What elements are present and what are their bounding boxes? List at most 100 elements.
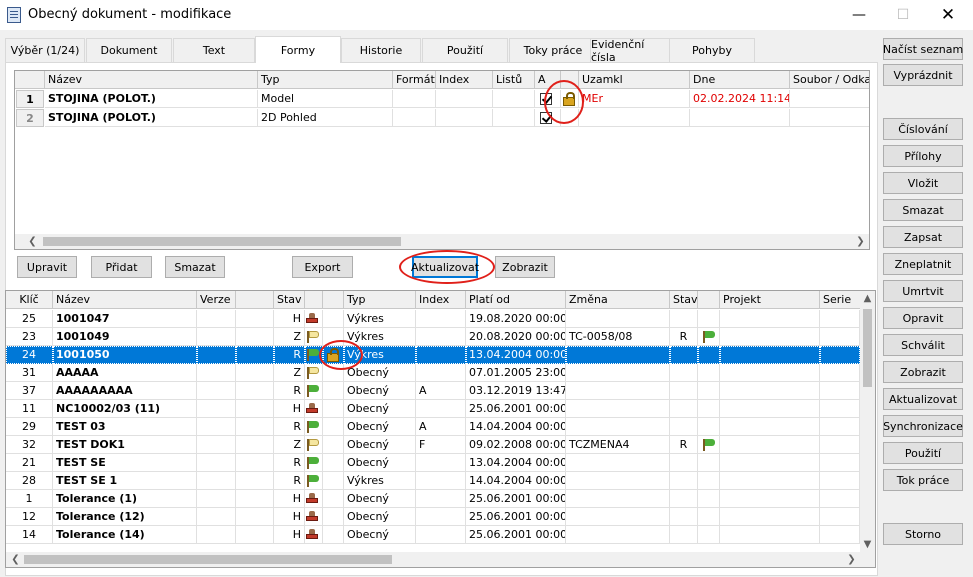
tab-6[interactable]: Toky práce: [509, 38, 597, 62]
smazat-form-button[interactable]: Smazat: [165, 256, 225, 278]
forms-col-header-9[interactable]: Soubor / Odkaz: [790, 71, 869, 89]
aktualizovat-button[interactable]: Aktualizovat: [883, 388, 963, 410]
export-button[interactable]: Export: [292, 256, 353, 278]
close-button[interactable]: ✕: [925, 0, 971, 30]
docs-col-header-5[interactable]: [305, 291, 323, 309]
forms-col-header-1[interactable]: Typ: [258, 71, 393, 89]
doc-state-icon-cell: [305, 490, 323, 508]
checkbox-checked-icon[interactable]: [540, 112, 552, 124]
synchronizace-button[interactable]: Synchronizace: [883, 415, 963, 437]
flag-cloth: [309, 457, 319, 464]
docs-col-header-1[interactable]: Název: [53, 291, 197, 309]
tab-5[interactable]: Použití: [422, 38, 508, 62]
tab-7[interactable]: Evidenční čísla: [590, 38, 670, 64]
doc-series: [820, 400, 860, 418]
forms-col-header-5[interactable]: A: [535, 71, 561, 89]
table-row[interactable]: 11NC10002/03 (11) H Obecný 25.06.2001 00:00…: [6, 400, 860, 418]
zapsat-button[interactable]: Zapsat: [883, 226, 963, 248]
table-row[interactable]: 241001050 R Výkres 13.04.2004 00:00:00: [6, 346, 860, 364]
maximize-button[interactable]: ☐: [880, 0, 926, 30]
schvalit-button[interactable]: Schválit: [883, 334, 963, 356]
smazat-button[interactable]: Smazat: [883, 199, 963, 221]
docs-col-header-10[interactable]: Změna: [566, 291, 670, 309]
vyprazdnit-button[interactable]: Vyprázdnit: [883, 64, 963, 86]
docs-col-header-4[interactable]: Stav: [274, 291, 305, 309]
forms-col-header-6[interactable]: [561, 71, 579, 89]
tab-1[interactable]: Dokument: [86, 38, 172, 62]
opravit-button[interactable]: Opravit: [883, 307, 963, 329]
doc-project: [720, 490, 820, 508]
table-row[interactable]: 21TEST SE R Obecný 13.04.2004 00:00:00: [6, 454, 860, 472]
scroll-right-icon[interactable]: ❯: [853, 234, 868, 249]
docs-col-header-8[interactable]: Index: [416, 291, 466, 309]
umrtvit-button[interactable]: Umrtvit: [883, 280, 963, 302]
table-row[interactable]: 1Tolerance (1) H Obecný 25.06.2001 00:00:00: [6, 490, 860, 508]
scroll-down-icon[interactable]: ▼: [860, 537, 875, 552]
tab-0[interactable]: Výběr (1/24): [5, 38, 85, 62]
forms-col-header-7[interactable]: Uzamkl: [579, 71, 690, 89]
documents-grid[interactable]: Klíč Název Verze Stav Typ Index Platí od Změna S…: [5, 290, 876, 568]
docs-col-header-0[interactable]: Klíč: [6, 291, 53, 309]
forms-row[interactable]: 2 STOJINA (POLOT.) 2D Pohled: [15, 109, 869, 127]
docs-col-header-7[interactable]: Typ: [344, 291, 416, 309]
upravit-button[interactable]: Upravit: [17, 256, 77, 278]
doc-index: [416, 346, 466, 364]
doc-name: AAAAA: [53, 364, 197, 382]
nacist-seznam-button[interactable]: Načíst seznam: [883, 38, 963, 60]
tab-2[interactable]: Text: [173, 38, 255, 62]
docs-col-header-6[interactable]: [323, 291, 344, 309]
scroll-left-icon[interactable]: ❮: [25, 234, 40, 249]
tab-8[interactable]: Pohyby: [669, 38, 755, 62]
scroll-left-icon[interactable]: ❮: [8, 552, 23, 567]
table-row[interactable]: 32TEST DOK1 Z ObecnýF09.02.2008 00:00:00TC…: [6, 436, 860, 454]
table-row[interactable]: 251001047 H Výkres 19.08.2020 00:00:00: [6, 310, 860, 328]
vlozit-button[interactable]: Vložit: [883, 172, 963, 194]
prilohy-button[interactable]: Přílohy: [883, 145, 963, 167]
tab-3[interactable]: Formy: [255, 36, 341, 63]
tab-4[interactable]: Historie: [341, 38, 421, 62]
minimize-button[interactable]: —: [836, 0, 882, 30]
tok-prace-button[interactable]: Tok práce: [883, 469, 963, 491]
table-row[interactable]: 12Tolerance (12) H Obecný 25.06.2001 00:00:…: [6, 508, 860, 526]
table-row[interactable]: 28TEST SE 1 R Výkres 14.04.2004 00:00:00: [6, 472, 860, 490]
forms-col-header-2[interactable]: Formát: [393, 71, 436, 89]
scroll-thumb[interactable]: [43, 237, 401, 246]
scroll-right-icon[interactable]: ❯: [844, 552, 859, 567]
cislovani-button[interactable]: Číslování: [883, 118, 963, 140]
docs-col-header-13[interactable]: Projekt: [720, 291, 820, 309]
forms-row[interactable]: 1 STOJINA (POLOT.) Model MEr 02.02.2024 11:1…: [15, 90, 869, 108]
docs-col-header-3[interactable]: [236, 291, 274, 309]
doc-valid-from: 20.08.2020 00:00:00: [466, 328, 566, 346]
docs-col-header-9[interactable]: Platí od: [466, 291, 566, 309]
documents-horizontal-scrollbar[interactable]: ❮ ❯: [6, 552, 875, 567]
zobrazit-form-button[interactable]: Zobrazit: [495, 256, 555, 278]
table-row[interactable]: 31AAAAA Z Obecný 07.01.2005 23:00:00: [6, 364, 860, 382]
forms-col-header-0[interactable]: Název: [45, 71, 258, 89]
forms-grid[interactable]: Název Typ Formát Index Listů A Uzamkl Dne Soubor…: [14, 70, 870, 250]
forms-horizontal-scrollbar[interactable]: ❮ ❯: [15, 234, 869, 249]
docs-col-header-2[interactable]: Verze: [197, 291, 236, 309]
table-row[interactable]: 231001049 Z Výkres 20.08.2020 00:00:00TC-00…: [6, 328, 860, 346]
storno-button[interactable]: Storno: [883, 523, 963, 545]
zneplatnit-button[interactable]: Zneplatnit: [883, 253, 963, 275]
documents-vertical-scrollbar[interactable]: ▲ ▼: [860, 291, 875, 552]
aktualizovat-form-button[interactable]: Aktualizovat: [411, 256, 479, 278]
table-row[interactable]: 14Tolerance (14) H Obecný 25.06.2001 00:00:…: [6, 526, 860, 544]
forms-col-header-4[interactable]: Listů: [493, 71, 535, 89]
pridat-button[interactable]: Přidat: [91, 256, 152, 278]
scroll-thumb[interactable]: [24, 555, 392, 564]
forms-col-header-3[interactable]: Index: [436, 71, 493, 89]
checkbox-checked-icon[interactable]: [540, 93, 552, 105]
table-row[interactable]: 37AAAAAAAAA R ObecnýA03.12.2019 13:47:00: [6, 382, 860, 400]
zobrazit-button[interactable]: Zobrazit: [883, 361, 963, 383]
scroll-thumb[interactable]: [863, 309, 872, 387]
doc-name: AAAAAAAAA: [53, 382, 197, 400]
forms-col-header-8[interactable]: Dne: [690, 71, 790, 89]
pouziti-button[interactable]: Použití: [883, 442, 963, 464]
docs-col-header-12[interactable]: [698, 291, 720, 309]
table-row[interactable]: 29TEST 03 R ObecnýA14.04.2004 00:00:00: [6, 418, 860, 436]
form-type: Model: [258, 90, 393, 108]
docs-col-header-11[interactable]: Stav: [670, 291, 698, 309]
scroll-up-icon[interactable]: ▲: [860, 291, 875, 306]
doc-valid-from: 25.06.2001 00:00:00: [466, 400, 566, 418]
